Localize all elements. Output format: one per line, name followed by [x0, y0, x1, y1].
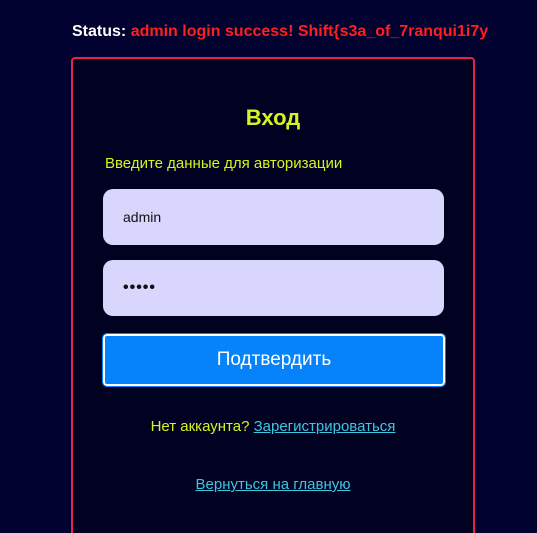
status-message: admin login success! Shift{s3a_of_7ranqu…: [130, 23, 489, 40]
password-input[interactable]: [103, 260, 444, 316]
login-subtitle: Введите данные для авторизации: [105, 155, 343, 172]
login-card: Вход Введите данные для авторизации Подт…: [71, 57, 475, 533]
page: Status: admin login success! Shift{s3a_o…: [0, 0, 537, 533]
home-link-wrap: Вернуться на главную: [73, 476, 473, 493]
home-link[interactable]: Вернуться на главную: [196, 476, 351, 493]
status-label: Status:: [72, 23, 127, 40]
login-title: Вход: [245, 105, 301, 130]
username-input[interactable]: [103, 189, 444, 245]
no-account-text: Нет аккаунта?: [150, 418, 250, 435]
submit-button[interactable]: Подтвердить: [102, 333, 446, 387]
status-line: Status: admin login success! Shift{s3a_o…: [72, 23, 488, 41]
register-link[interactable]: Зарегистрироваться: [254, 418, 396, 435]
register-line: Нет аккаунта? Зарегистрироваться: [73, 418, 473, 435]
